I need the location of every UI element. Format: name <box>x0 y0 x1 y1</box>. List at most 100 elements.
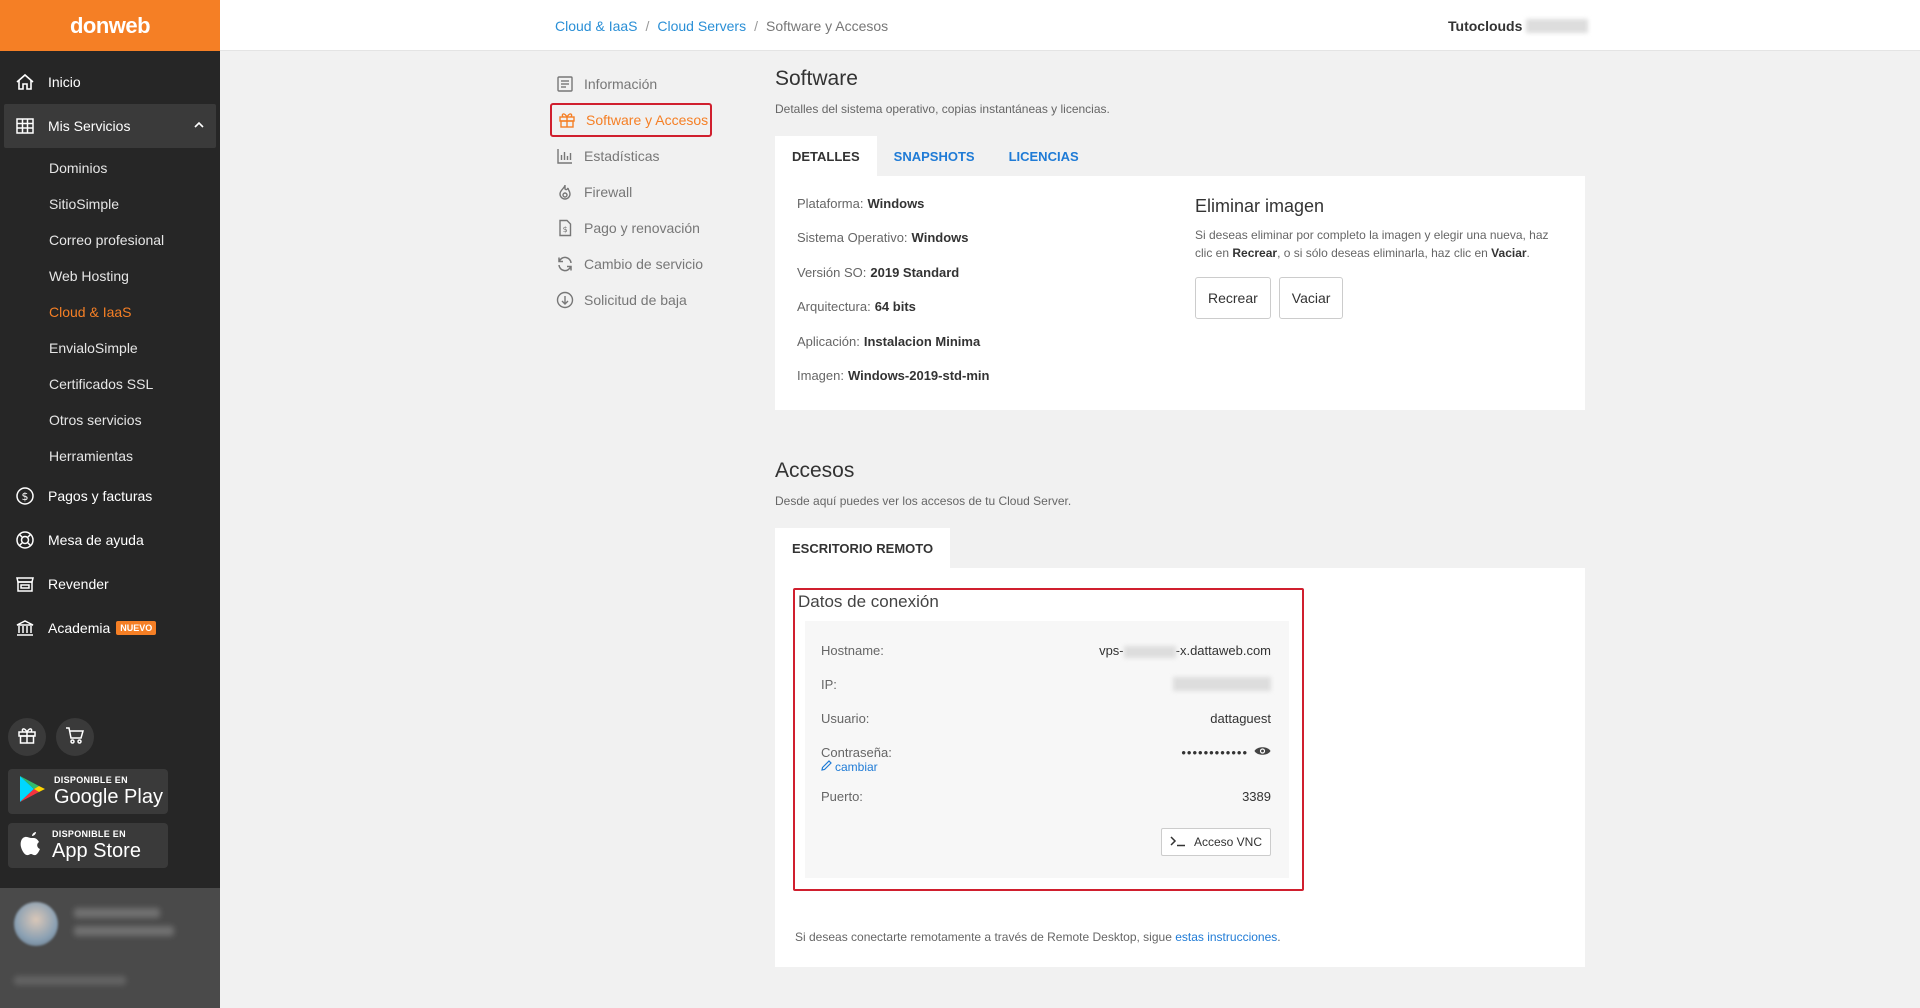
chevron-up-icon[interactable] <box>194 121 204 132</box>
gift-box-icon <box>558 111 576 129</box>
tab-licencias[interactable]: LICENCIAS <box>992 136 1096 176</box>
connection-details: Hostname: vps- -x.dattaweb.com IP: Usuari… <box>805 621 1289 878</box>
dollar-circle-icon: $ <box>14 485 36 507</box>
svg-text:$: $ <box>563 225 568 234</box>
account-name: Tutoclouds <box>1448 18 1523 34</box>
nav-label: Mesa de ayuda <box>48 532 144 548</box>
server-submenu: Información Software y Accesos Estadísti… <box>550 66 712 318</box>
apple-icon <box>18 828 44 863</box>
eye-icon[interactable] <box>1254 745 1271 760</box>
instrucciones-link[interactable]: estas instrucciones <box>1175 930 1277 944</box>
sub-item-correo[interactable]: Correo profesional <box>0 222 220 258</box>
submenu-solicitud-baja[interactable]: Solicitud de baja <box>550 282 712 318</box>
tab-detalles[interactable]: DETALLES <box>775 136 877 176</box>
nav-label: Mis Servicios <box>48 118 131 134</box>
app-store-button[interactable]: DISPONIBLE EN App Store <box>8 823 168 868</box>
breadcrumb-current: Software y Accesos <box>765 18 889 34</box>
detail-sistema-operativo: Sistema Operativo: Windows <box>797 230 969 246</box>
sub-item-sitiosimple[interactable]: SitioSimple <box>0 186 220 222</box>
bank-icon <box>14 617 36 639</box>
redacted-hostname-part <box>1123 645 1176 658</box>
user-profile[interactable] <box>0 888 220 1008</box>
nav-mis-servicios[interactable]: Mis Servicios <box>4 104 216 148</box>
puerto-row: Puerto: 3389 <box>821 789 1271 804</box>
google-play-small: DISPONIBLE EN <box>54 775 128 785</box>
submenu-label: Pago y renovación <box>584 220 700 236</box>
accesos-title: Accesos <box>775 459 855 482</box>
sub-item-ssl[interactable]: Certificados SSL <box>0 366 220 402</box>
accesos-tabs: ESCRITORIO REMOTO <box>775 528 951 568</box>
eliminar-imagen-text: Si deseas eliminar por completo la image… <box>1195 228 1549 260</box>
pencil-icon <box>821 760 832 774</box>
hostname-row: Hostname: vps- -x.dattaweb.com <box>821 643 1271 658</box>
details-list: Plataforma: Windows Sistema Operativo: Win… <box>797 186 1177 393</box>
puerto-value: 3389 <box>1242 789 1271 804</box>
submenu-label: Información <box>584 76 658 92</box>
password-row: Contraseña: •••••••••••• <box>821 745 1271 760</box>
submenu-label: Cambio de servicio <box>584 256 704 272</box>
tab-snapshots[interactable]: SNAPSHOTS <box>877 136 992 176</box>
top-header: Cloud & IaaS / Cloud Servers / Software y Ac… <box>220 0 1920 51</box>
nav-academia[interactable]: Academia NUEVO <box>0 606 220 650</box>
vaciar-button[interactable]: Vaciar <box>1278 277 1344 319</box>
submenu-cambio-servicio[interactable]: Cambio de servicio <box>550 246 712 282</box>
cambiar-password-link[interactable]: cambiar <box>821 760 878 774</box>
submenu-firewall[interactable]: Firewall <box>550 174 712 210</box>
submenu-informacion[interactable]: Información <box>550 66 712 102</box>
connection-data-box: Datos de conexión Hostname: vps- -x.datta… <box>793 588 1304 891</box>
submenu-pago-renovacion[interactable]: $ Pago y renovación <box>550 210 712 246</box>
lifebuoy-icon <box>14 529 36 551</box>
nav-inicio[interactable]: Inicio <box>0 60 220 104</box>
logo[interactable]: donweb <box>0 0 220 51</box>
sub-item-envialosimple[interactable]: EnvialoSimple <box>0 330 220 366</box>
connection-title: Datos de conexión <box>798 592 939 611</box>
nav-mesa-ayuda[interactable]: Mesa de ayuda <box>0 518 220 562</box>
breadcrumb-cloud-servers[interactable]: Cloud Servers <box>657 18 746 34</box>
gift-button[interactable] <box>8 718 46 756</box>
eliminar-imagen-block: Eliminar imagen Si deseas eliminar por c… <box>1195 196 1565 319</box>
detail-aplicacion: Aplicación: Instalacion Minima <box>797 333 981 349</box>
google-play-button[interactable]: DISPONIBLE EN Google Play <box>8 769 168 814</box>
software-tabs: DETALLES SNAPSHOTS LICENCIAS <box>775 136 1096 176</box>
arrow-down-circle-icon <box>556 291 574 309</box>
sub-item-cloud[interactable]: Cloud & IaaS <box>0 294 220 330</box>
sub-item-web-hosting[interactable]: Web Hosting <box>0 258 220 294</box>
submenu-label: Software y Accesos <box>586 112 709 128</box>
detail-arquitectura: Arquitectura: 64 bits <box>797 299 916 315</box>
bar-chart-icon <box>556 147 574 165</box>
account-menu[interactable]: Tutoclouds <box>1448 18 1589 34</box>
nav-label: Academia <box>48 620 111 636</box>
sub-item-herramientas[interactable]: Herramientas <box>0 438 220 474</box>
usuario-value[interactable]: dattaguest <box>1210 711 1271 726</box>
nav-pagos[interactable]: $ Pagos y facturas <box>0 474 220 518</box>
recrear-button[interactable]: Recrear <box>1195 277 1271 319</box>
ip-row: IP: <box>821 677 1271 692</box>
app-store-big: App Store <box>52 840 141 862</box>
detail-version-so: Versión SO: 2019 Standard <box>797 264 960 280</box>
submenu-estadisticas[interactable]: Estadísticas <box>550 138 712 174</box>
sidebar: donweb Inicio Mis Servicios Dominios Sit… <box>0 0 220 1008</box>
acceso-vnc-button[interactable]: Acceso VNC <box>1160 828 1271 856</box>
submenu-label: Firewall <box>584 184 633 200</box>
app-store-small: DISPONIBLE EN <box>52 829 126 839</box>
google-play-big: Google Play <box>54 786 163 808</box>
software-description: Detalles del sistema operativo, copias i… <box>775 102 1110 116</box>
nav-label: Revender <box>48 576 109 592</box>
cart-button[interactable] <box>56 718 94 756</box>
sub-item-dominios[interactable]: Dominios <box>0 150 220 186</box>
submenu-software-accesos[interactable]: Software y Accesos <box>550 103 712 137</box>
tab-escritorio-remoto[interactable]: ESCRITORIO REMOTO <box>775 528 951 568</box>
sub-item-otros[interactable]: Otros servicios <box>0 402 220 438</box>
eliminar-imagen-title: Eliminar imagen <box>1195 196 1325 216</box>
redacted-ip-value[interactable] <box>1173 677 1271 691</box>
svg-text:$: $ <box>22 490 29 503</box>
flame-icon <box>556 183 574 201</box>
redacted-account-id <box>1526 19 1589 33</box>
nav-label: Pagos y facturas <box>48 488 153 504</box>
gift-icon <box>16 724 38 751</box>
nav-revender[interactable]: Revender <box>0 562 220 606</box>
hostname-value[interactable]: vps- -x.dattaweb.com <box>1099 643 1271 658</box>
password-value: •••••••••••• <box>1181 745 1248 760</box>
breadcrumb-cloud-iaas[interactable]: Cloud & IaaS <box>555 18 638 34</box>
software-title: Software <box>775 67 858 90</box>
